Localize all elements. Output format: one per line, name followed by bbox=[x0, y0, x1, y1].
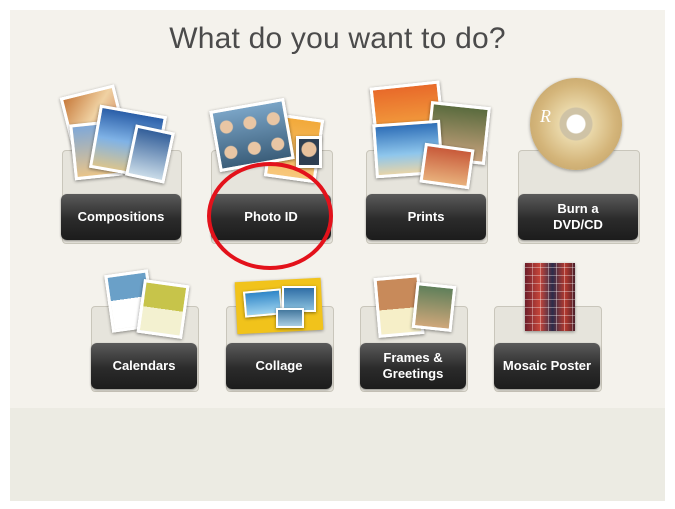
photo-thumbnail bbox=[296, 136, 322, 168]
photo-id-sheet bbox=[209, 97, 295, 173]
compositions-button[interactable]: Compositions bbox=[61, 194, 181, 240]
prints-button[interactable]: Prints bbox=[366, 194, 486, 240]
calendars-button[interactable]: Calendars bbox=[91, 343, 197, 389]
dvd-logo-letter: R bbox=[540, 106, 551, 126]
collage-label: Collage bbox=[255, 358, 303, 373]
frames-label-line1: Frames & bbox=[383, 350, 443, 365]
photo-thumbnail bbox=[419, 142, 475, 190]
mosaic-poster-button[interactable]: Mosaic Poster bbox=[494, 343, 600, 389]
burn-label-line1: Burn a bbox=[557, 201, 599, 216]
calendar-page bbox=[136, 279, 190, 339]
burn-dvd-label: Burn a DVD/CD bbox=[553, 201, 603, 233]
page-title: What do you want to do? bbox=[169, 22, 506, 55]
calendars-label: Calendars bbox=[112, 358, 176, 373]
burn-label-line2: DVD/CD bbox=[553, 217, 603, 232]
collage-button[interactable]: Collage bbox=[226, 343, 332, 389]
highlight-circle bbox=[207, 162, 333, 270]
frames-greetings-label: Frames & Greetings bbox=[383, 350, 444, 382]
mosaic-poster-image bbox=[525, 263, 575, 331]
frames-greetings-button[interactable]: Frames & Greetings bbox=[360, 343, 466, 389]
photo-thumbnail bbox=[276, 308, 304, 328]
photo-thumbnail bbox=[411, 282, 457, 332]
frames-label-line2: Greetings bbox=[382, 366, 444, 381]
prints-label: Prints bbox=[407, 209, 445, 224]
burn-dvd-button[interactable]: Burn a DVD/CD bbox=[518, 194, 638, 240]
footer-area bbox=[10, 408, 665, 501]
compositions-label: Compositions bbox=[77, 209, 165, 224]
mosaic-poster-label: Mosaic Poster bbox=[502, 358, 592, 373]
